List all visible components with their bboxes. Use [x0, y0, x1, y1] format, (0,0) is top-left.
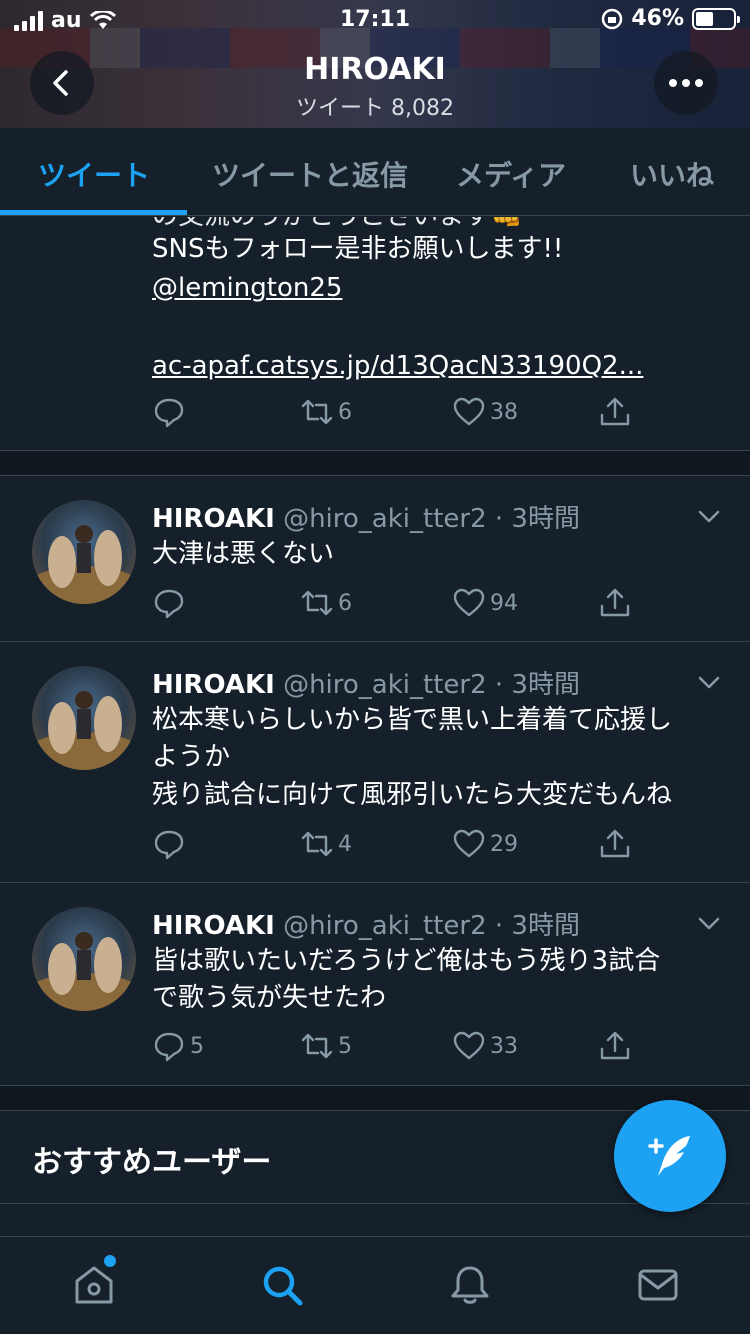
tweet-text: 残り試合に向けて風邪引いたら大変だもんね — [152, 780, 673, 810]
heart-icon — [453, 829, 485, 858]
chevron-down-icon[interactable] — [696, 911, 722, 937]
reply-icon — [154, 1032, 184, 1062]
tab-tweets-replies[interactable]: ツイートと返信 — [212, 154, 408, 194]
reply-button[interactable] — [152, 586, 190, 620]
share-icon — [600, 1031, 630, 1060]
tweet-text: 大津は悪くない — [152, 539, 335, 569]
avatar[interactable] — [32, 666, 136, 770]
section-gap — [0, 451, 750, 475]
tweet-text: で歌う気が失せたわ — [152, 983, 387, 1013]
tweet-text: 松本寒いらしいから皆で黒い上着着て応援し — [152, 705, 673, 735]
divider — [0, 1203, 750, 1204]
reply-button[interactable]: 5 — [152, 1029, 204, 1063]
heart-icon — [453, 588, 485, 617]
share-button[interactable] — [598, 586, 632, 620]
mention-link[interactable]: @lemington25 — [152, 269, 342, 308]
recommended-users-title: おすすめユーザー — [32, 1145, 272, 1180]
active-tab-indicator — [0, 210, 187, 215]
reply-button[interactable] — [152, 395, 190, 429]
share-icon — [600, 829, 630, 858]
retweet-icon — [301, 831, 333, 857]
tab-likes[interactable]: いいね — [630, 154, 714, 194]
share-button[interactable] — [598, 827, 632, 861]
home-notification-dot — [104, 1255, 116, 1267]
home-icon[interactable] — [72, 1263, 116, 1307]
retweet-icon — [301, 590, 333, 616]
retweet-button[interactable]: 5 — [300, 1029, 352, 1063]
tweet-text: SNSもフォロー是非お願いします!! — [152, 234, 564, 264]
reply-button[interactable] — [152, 827, 190, 861]
section-gap — [0, 1086, 750, 1110]
tweet-count: ツイート 8,082 — [296, 96, 454, 121]
tweet-text: 皆は歌いたいだろうけど俺はもう残り3試合 — [152, 946, 661, 976]
orientation-lock-icon — [602, 8, 623, 29]
handle-time: @hiro_aki_tter2 · 3時間 — [283, 504, 580, 534]
battery-percent: 46% — [631, 6, 684, 31]
share-icon — [600, 588, 630, 617]
retweet-icon — [301, 1033, 333, 1059]
bottom-navigation — [0, 1236, 750, 1334]
more-dots-icon — [669, 79, 703, 87]
compose-button[interactable] — [614, 1100, 726, 1212]
share-button[interactable] — [598, 1029, 632, 1063]
avatar[interactable] — [32, 500, 136, 604]
display-name[interactable]: HIROAKI — [152, 504, 275, 534]
handle-time: @hiro_aki_tter2 · 3時間 — [283, 670, 580, 700]
chevron-down-icon[interactable] — [696, 670, 722, 696]
tab-tweets[interactable]: ツイート — [38, 154, 150, 194]
share-icon — [600, 397, 630, 426]
bell-icon[interactable] — [448, 1263, 492, 1307]
compose-feather-icon — [648, 1136, 690, 1176]
tweet[interactable]: HIROAKI @hiro_aki_tter2 · 3時間 皆は歌いたいだろうけ… — [0, 883, 750, 1085]
reply-icon — [154, 398, 184, 428]
reply-icon — [154, 830, 184, 860]
heart-icon — [453, 397, 485, 426]
reply-icon — [154, 589, 184, 619]
display-name[interactable]: HIROAKI — [152, 911, 275, 941]
status-bar: au 17:11 46% — [0, 0, 750, 40]
avatar[interactable] — [32, 907, 136, 1011]
retweet-button[interactable]: 6 — [300, 586, 352, 620]
retweet-button[interactable]: 4 — [300, 827, 352, 861]
search-icon[interactable] — [260, 1263, 304, 1307]
profile-tabs: ツイート ツイートと返信 メディア いいね — [0, 128, 750, 216]
tweet[interactable]: HIROAKI @hiro_aki_tter2 · 3時間 松本寒いらしいから皆… — [0, 642, 750, 882]
tweet-text: ようか — [152, 742, 231, 772]
retweet-button[interactable]: 6 — [300, 395, 352, 429]
tab-media[interactable]: メディア — [456, 154, 566, 194]
like-button[interactable]: 29 — [452, 827, 518, 861]
like-button[interactable]: 38 — [452, 395, 518, 429]
like-button[interactable]: 33 — [452, 1029, 518, 1063]
profile-title: HIROAKI — [304, 52, 446, 87]
tweet-partial[interactable]: の交流のうがとうございます👊 SNSもフォロー是非お願いします!! @lemin… — [0, 217, 750, 450]
handle-time: @hiro_aki_tter2 · 3時間 — [283, 911, 580, 941]
mail-icon[interactable] — [636, 1263, 680, 1307]
heart-icon — [453, 1031, 485, 1060]
share-button[interactable] — [598, 395, 632, 429]
display-name[interactable]: HIROAKI — [152, 670, 275, 700]
tweet[interactable]: HIROAKI @hiro_aki_tter2 · 3時間 大津は悪くない 6 … — [0, 476, 750, 641]
battery-icon — [692, 7, 740, 30]
url-link[interactable]: ac-apaf.catsys.jp/d13QacN33190Q2... — [152, 347, 643, 386]
retweet-icon — [301, 399, 333, 425]
like-button[interactable]: 94 — [452, 586, 518, 620]
chevron-down-icon[interactable] — [696, 504, 722, 530]
more-button[interactable] — [654, 51, 718, 115]
